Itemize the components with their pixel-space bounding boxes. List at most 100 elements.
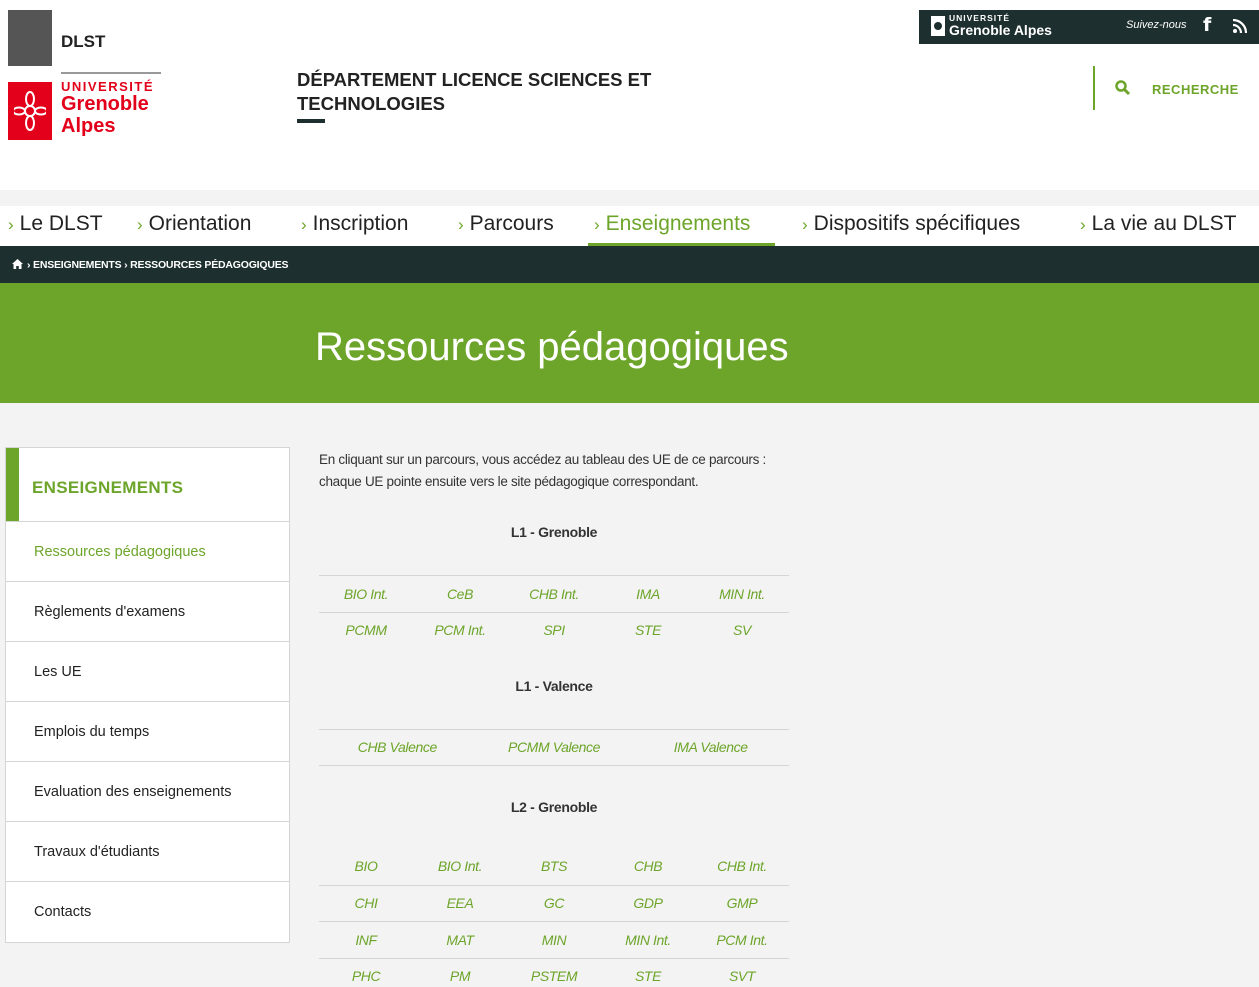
course-link[interactable]: BIO Int.: [319, 586, 413, 602]
course-link[interactable]: STE: [601, 622, 695, 638]
search-button[interactable]: RECHERCHE: [1152, 82, 1239, 97]
chevron-right-icon: ›: [1080, 215, 1086, 234]
nav-item-vie-au-dlst[interactable]: › La vie au DLST: [1080, 212, 1236, 236]
course-link[interactable]: BIO: [319, 858, 413, 874]
intro-text: En cliquant sur un parcours, vous accéde…: [319, 449, 859, 493]
breadcrumb-item-enseignements[interactable]: ENSEIGNEMENTS: [33, 259, 122, 271]
logo-divider: [61, 72, 161, 74]
table-row: BIO Int. CeB CHB Int. IMA MIN Int.: [319, 575, 789, 612]
nav-label: Dispositifs spécifiques: [813, 212, 1021, 235]
page-banner: Ressources pédagogiques: [0, 283, 1259, 403]
course-link[interactable]: PM: [413, 968, 507, 984]
chevron-right-icon: ›: [458, 215, 464, 234]
course-link[interactable]: CHB Valence: [319, 739, 476, 755]
topbar-univ-link[interactable]: Grenoble Alpes: [949, 22, 1052, 38]
sidebar-item-evaluation[interactable]: Evaluation des enseignements: [6, 762, 289, 822]
course-link[interactable]: IMA: [601, 586, 695, 602]
course-link[interactable]: SVT: [695, 968, 789, 984]
chevron-right-icon: ›: [802, 215, 808, 234]
breadcrumb-separator: ›: [124, 259, 128, 271]
sidebar-item-les-ue[interactable]: Les UE: [6, 642, 289, 702]
table-row: CHI EEA GC GDP GMP: [319, 884, 789, 922]
course-link[interactable]: PCMM: [319, 622, 413, 638]
section-title-l1-grenoble: L1 - Grenoble: [510, 524, 598, 540]
course-link[interactable]: PCM Int.: [413, 622, 507, 638]
course-link[interactable]: PSTEM: [507, 968, 601, 984]
nav-item-dispositifs[interactable]: › Dispositifs spécifiques: [802, 212, 1020, 236]
course-link[interactable]: BIO Int.: [413, 858, 507, 874]
nav-item-enseignements[interactable]: › Enseignements: [594, 212, 750, 236]
chevron-right-icon: ›: [8, 215, 14, 234]
sidebar-item-ressources[interactable]: Ressources pédagogiques: [6, 522, 289, 582]
course-link[interactable]: CeB: [413, 586, 507, 602]
facebook-icon[interactable]: f: [1203, 14, 1211, 36]
breadcrumb-item-current: RESSOURCES PÉDAGOGIQUES: [130, 259, 289, 271]
course-link[interactable]: PCM Int.: [695, 932, 789, 948]
links-table-l2-grenoble: BIO BIO Int. BTS CHB CHB Int. CHI EEA GC…: [319, 848, 789, 987]
nav-label: Enseignements: [605, 212, 751, 235]
sidebar-item-emplois[interactable]: Emplois du temps: [6, 702, 289, 762]
section-title-l1-valence: L1 - Valence: [515, 678, 593, 694]
title-underline: [297, 119, 325, 123]
course-link[interactable]: SPI: [507, 622, 601, 638]
intro-line-1: En cliquant sur un parcours, vous accéde…: [319, 452, 766, 467]
table-row: CHB Valence PCMM Valence IMA Valence: [319, 729, 789, 766]
table-row: PCMM PCM Int. SPI STE SV: [319, 611, 789, 649]
home-icon[interactable]: [12, 259, 23, 269]
course-link[interactable]: MIN Int.: [695, 586, 789, 602]
rss-icon[interactable]: [1233, 19, 1247, 33]
course-link[interactable]: STE: [601, 968, 695, 984]
dlst-logo[interactable]: DLST UNIVERSITÉ Grenoble Alpes: [8, 10, 163, 140]
course-link[interactable]: PHC: [319, 968, 413, 984]
breadcrumb-separator: ›: [27, 259, 31, 271]
nav-item-inscription[interactable]: › Inscription: [301, 212, 408, 236]
sidebar-heading-label: ENSEIGNEMENTS: [32, 478, 184, 497]
course-link[interactable]: IMA Valence: [632, 739, 789, 755]
course-link[interactable]: CHB Int.: [507, 586, 601, 602]
course-link[interactable]: SV: [695, 622, 789, 638]
intro-line-2: chaque UE pointe ensuite vers le site pé…: [319, 474, 699, 489]
search-separator: [1093, 66, 1095, 110]
chevron-right-icon: ›: [301, 215, 307, 234]
course-link[interactable]: CHB Int.: [695, 858, 789, 874]
sidebar-accent-bar: [6, 448, 19, 521]
course-link[interactable]: MIN: [507, 932, 601, 948]
sidebar-item-contacts[interactable]: Contacts: [6, 882, 289, 942]
follow-us-label: Suivez-nous: [1126, 19, 1187, 31]
table-row: INF MAT MIN MIN Int. PCM Int.: [319, 921, 789, 958]
nav-item-le-dlst[interactable]: › Le DLST: [8, 212, 103, 236]
chevron-right-icon: ›: [137, 215, 143, 234]
course-link[interactable]: INF: [319, 932, 413, 948]
nav-label: Inscription: [312, 212, 409, 235]
logo-univ-name: Grenoble Alpes: [61, 93, 149, 137]
sidebar-item-reglements[interactable]: Règlements d'examens: [6, 582, 289, 642]
course-link[interactable]: EEA: [413, 895, 507, 911]
site-title[interactable]: DÉPARTEMENT LICENCE SCIENCES ET TECHNOLO…: [297, 68, 717, 116]
section-title-l2-grenoble: L2 - Grenoble: [510, 799, 598, 815]
nav-item-orientation[interactable]: › Orientation: [137, 212, 251, 236]
sidebar-item-travaux[interactable]: Travaux d'étudiants: [6, 822, 289, 882]
chevron-right-icon: ›: [594, 215, 600, 234]
table-row: PHC PM PSTEM STE SVT: [319, 957, 789, 987]
course-link[interactable]: MAT: [413, 932, 507, 948]
nav-item-parcours[interactable]: › Parcours: [458, 212, 554, 236]
nav-label: Orientation: [148, 212, 252, 235]
course-link[interactable]: BTS: [507, 858, 601, 874]
table-row: BIO BIO Int. BTS CHB CHB Int.: [319, 848, 789, 885]
links-table-l1-valence: CHB Valence PCMM Valence IMA Valence: [319, 729, 789, 766]
logo-flower-icon: [8, 82, 52, 140]
course-link[interactable]: MIN Int.: [601, 932, 695, 948]
page-title: Ressources pédagogiques: [315, 325, 789, 369]
course-link[interactable]: CHI: [319, 895, 413, 911]
course-link[interactable]: GC: [507, 895, 601, 911]
logo-gray-block: [8, 10, 52, 66]
course-link[interactable]: PCMM Valence: [476, 739, 633, 755]
logo-dept-name: DLST: [61, 32, 106, 51]
breadcrumb: › ENSEIGNEMENTS › RESSOURCES PÉDAGOGIQUE…: [0, 246, 1259, 283]
logo-univ-name-line1: Grenoble: [61, 93, 149, 115]
site-header: DLST UNIVERSITÉ Grenoble Alpes DÉPARTEME…: [0, 0, 1259, 190]
course-link[interactable]: GMP: [695, 895, 789, 911]
course-link[interactable]: GDP: [601, 895, 695, 911]
search-icon[interactable]: [1115, 80, 1131, 96]
course-link[interactable]: CHB: [601, 858, 695, 874]
